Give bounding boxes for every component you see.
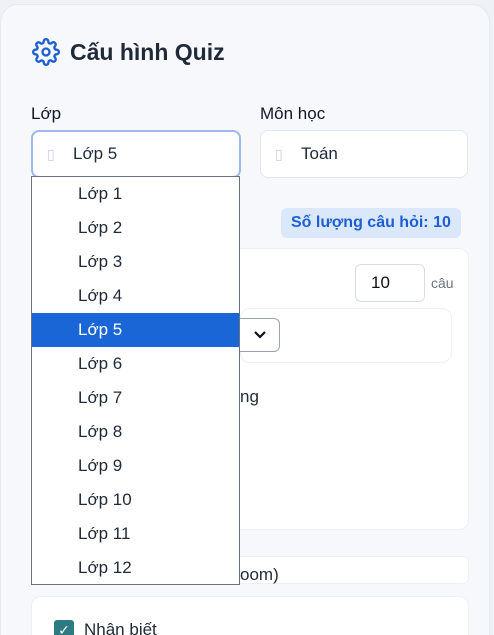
bloom-level-item[interactable]: ✓ Nhận biết xyxy=(54,620,157,635)
bloom-section-title: oom) xyxy=(240,565,279,584)
question-count-unit: câu xyxy=(431,275,454,291)
dropdown-option[interactable]: Lớp 8 xyxy=(32,415,239,449)
question-count-input[interactable]: 10 xyxy=(355,264,425,302)
dropdown-option[interactable]: Lớp 2 xyxy=(32,211,239,245)
page-title: Cấu hình Quiz xyxy=(70,38,225,65)
checkbox-checked-icon[interactable]: ✓ xyxy=(54,620,74,635)
dropdown-option[interactable]: Lớp 10 xyxy=(32,483,239,517)
subject-label: Môn học xyxy=(260,104,326,123)
dropdown-option-selected[interactable]: Lớp 5 xyxy=(32,313,239,347)
dropdown-option[interactable]: Lớp 3 xyxy=(32,245,239,279)
book-icon: ▯ xyxy=(47,145,55,162)
subject-select-value: Toán xyxy=(301,144,338,163)
book-icon: ▯ xyxy=(275,145,283,162)
class-select[interactable]: ▯ Lớp 5 xyxy=(31,130,241,178)
dropdown-option[interactable]: Lớp 1 xyxy=(32,177,239,211)
dropdown-option[interactable]: Lớp 4 xyxy=(32,279,239,313)
subject-select[interactable]: ▯ Toán xyxy=(260,130,468,178)
dropdown-option[interactable]: Lớp 11 xyxy=(32,517,239,551)
dropdown-option[interactable]: Lớp 6 xyxy=(32,347,239,381)
class-dropdown-list[interactable]: Lớp 1 Lớp 2 Lớp 3 Lớp 4 Lớp 5 Lớp 6 Lớp … xyxy=(31,176,240,585)
dropdown-option[interactable]: Lớp 9 xyxy=(32,449,239,483)
question-type-select[interactable] xyxy=(240,318,280,352)
page-header: Cấu hình Quiz xyxy=(32,38,225,66)
question-count-badge: Số lượng câu hỏi: 10 xyxy=(281,208,461,238)
partial-label: ng xyxy=(240,387,259,406)
class-select-value: Lớp 5 xyxy=(73,144,118,163)
dropdown-option[interactable]: Lớp 7 xyxy=(32,381,239,415)
chevron-down-icon xyxy=(253,331,266,339)
gear-icon xyxy=(32,38,60,66)
dropdown-option[interactable]: Lớp 12 xyxy=(32,551,239,584)
bloom-level-label: Nhận biết xyxy=(84,620,157,635)
class-label: Lớp xyxy=(31,104,62,123)
